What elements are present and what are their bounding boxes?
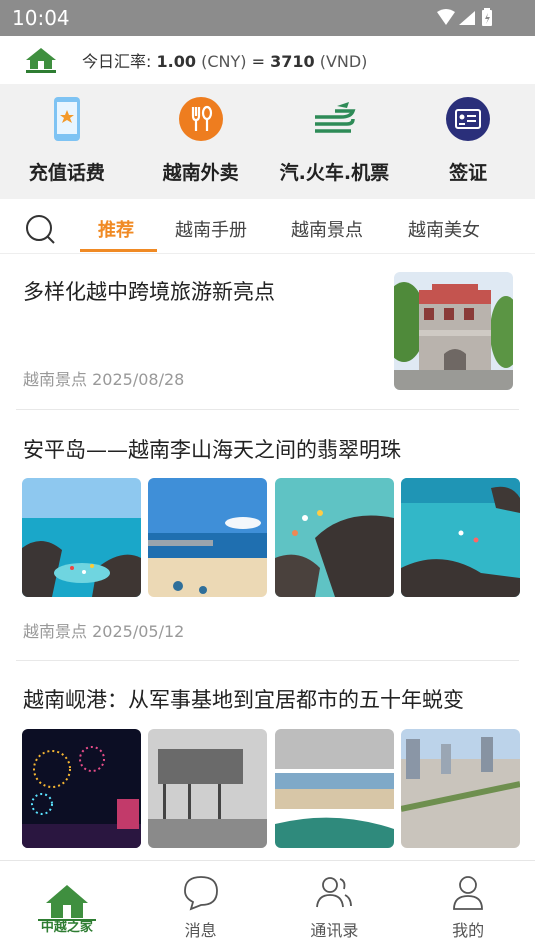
nav-label: 消息 [184,921,217,940]
cny-value: 1.00 [156,52,196,71]
article-image[interactable] [148,729,267,848]
article-card[interactable]: 多样化越中跨境旅游新亮点 越南景点 2025/08/28 [0,254,535,409]
service-label: 越南外卖 [162,162,239,184]
article-image[interactable] [22,478,141,597]
article-date: 2025/05/12 [92,622,185,641]
contacts-icon [316,877,353,908]
profile-icon [453,876,484,910]
article-image[interactable] [275,478,394,597]
article-title[interactable]: 越南岘港：从军事基地到宜居都市的五十年蜕变 [23,684,464,714]
article-image[interactable] [148,478,267,597]
equals-sign: = [251,52,265,71]
tab-vietnam-attractions[interactable]: 越南景点 [291,216,363,242]
exchange-rate-text: 今日汇率: 1.00 (CNY) = 3710 (VND) [82,48,367,72]
system-status-icons [437,8,492,26]
article-divider [16,409,519,410]
bottom-navigation: 中越之家 消息 通讯录 我的 [0,860,535,952]
search-icon[interactable] [24,213,58,247]
phone-recharge-icon [53,97,80,141]
nav-profile[interactable]: 我的 [401,861,535,952]
nav-label: 我的 [452,921,485,940]
vnd-unit: (VND) [319,52,368,71]
chat-icon [183,876,218,911]
article-meta: 越南景点 2025/08/28 [23,366,184,390]
food-delivery-icon [178,97,223,141]
tab-recommended[interactable]: 推荐 [98,216,134,242]
service-phone-recharge[interactable]: 充值话费 [0,84,134,199]
article-title[interactable]: 安平岛——越南李山海天之间的翡翠明珠 [23,434,401,464]
article-title: 多样化越中跨境旅游新亮点 [23,280,275,304]
category-tabs: 推荐 越南手册 越南景点 越南美女 [0,199,535,254]
active-tab-indicator [80,249,157,252]
article-image[interactable] [401,478,520,597]
nav-home[interactable]: 中越之家 [0,861,134,952]
tab-vietnam-beauties[interactable]: 越南美女 [408,216,480,242]
nav-label: 通讯录 [310,921,359,940]
service-label: 充值话费 [28,162,105,184]
exchange-prefix: 今日汇率: [82,52,152,71]
nav-messages[interactable]: 消息 [134,861,268,952]
article-thumbnail[interactable] [394,272,513,390]
nav-contacts[interactable]: 通讯录 [268,861,402,952]
article-meta: 越南景点 2025/05/12 [23,618,184,642]
article-image[interactable] [275,729,394,848]
article-date: 2025/08/28 [92,370,185,389]
article-divider [16,660,519,661]
service-food-delivery[interactable]: 越南外卖 [134,84,268,199]
services-grid: 充值话费 越南外卖 汽.火车.机票 签证 [0,84,535,199]
article-feed: 多样化越中跨境旅游新亮点 越南景点 2025/08/28 安平岛——越南李山海天… [0,254,535,860]
visa-card-icon [446,97,491,141]
exchange-rate-bar: 今日汇率: 1.00 (CNY) = 3710 (VND) [0,36,535,84]
tab-vietnam-handbook[interactable]: 越南手册 [175,216,247,242]
nav-label: 中越之家 [40,920,93,935]
status-time: 10:04 [12,6,70,30]
cny-unit: (CNY) [201,52,247,71]
vnd-value: 3710 [270,52,315,71]
article-category: 越南景点 [23,622,88,641]
service-label: 签证 [449,162,488,184]
service-transport-tickets[interactable]: 汽.火车.机票 [268,84,402,199]
article-image[interactable] [22,729,141,848]
article-category: 越南景点 [23,370,88,389]
service-visa[interactable]: 签证 [401,84,535,199]
status-bar: 10:04 [0,0,535,36]
service-label: 汽.火车.机票 [279,162,390,184]
transport-icon [315,102,356,133]
article-image[interactable] [401,729,520,848]
app-logo-icon [26,48,56,73]
